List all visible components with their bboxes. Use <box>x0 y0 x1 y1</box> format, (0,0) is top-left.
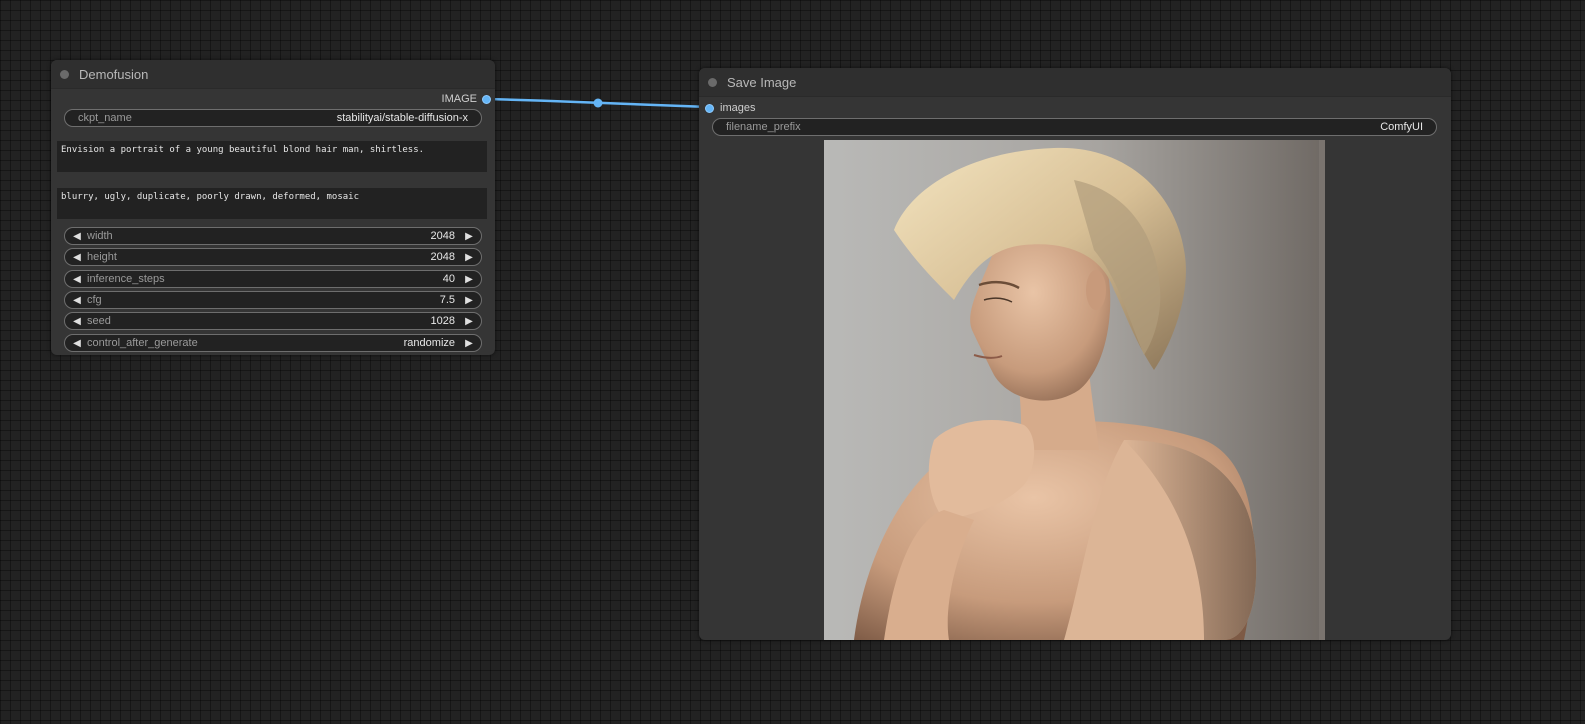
increment-arrow-icon[interactable]: ▶ <box>463 252 475 263</box>
combo-value: stabilityai/stable-diffusion-x <box>336 112 468 124</box>
inference-steps-widget[interactable]: ◀ inference_steps 40 ▶ <box>64 270 482 288</box>
node-title: Save Image <box>727 74 797 90</box>
output-label: IMAGE <box>441 93 477 105</box>
increment-arrow-icon[interactable]: ▶ <box>463 338 475 349</box>
control-after-generate-widget[interactable]: ◀ control_after_generate randomize ▶ <box>64 334 482 352</box>
output-image[interactable]: IMAGE <box>442 93 491 105</box>
widget-value: 2048 <box>430 251 455 263</box>
widget-value: 40 <box>442 273 455 285</box>
increment-arrow-icon[interactable]: ▶ <box>463 274 475 285</box>
graph-canvas[interactable]: Demofusion IMAGE ckpt_name stabilityai/s… <box>0 0 1585 724</box>
demofusion-node[interactable]: Demofusion IMAGE ckpt_name stabilityai/s… <box>51 60 495 355</box>
widget-value: randomize <box>403 337 455 349</box>
decrement-arrow-icon[interactable]: ◀ <box>71 274 83 285</box>
node-title-bar[interactable]: Save Image <box>699 68 1451 97</box>
widget-label: width <box>87 230 113 242</box>
output-slot-dot[interactable] <box>482 94 491 104</box>
decrement-arrow-icon[interactable]: ◀ <box>71 316 83 327</box>
input-images[interactable]: images <box>705 102 755 114</box>
widget-value: 1028 <box>430 315 455 327</box>
collapse-dot-icon[interactable] <box>60 69 69 79</box>
widget-label: seed <box>87 315 111 327</box>
widget-label: cfg <box>87 294 102 306</box>
input-slot-dot[interactable] <box>705 103 714 113</box>
widget-value: 7.5 <box>439 294 455 306</box>
decrement-arrow-icon[interactable]: ◀ <box>71 231 83 242</box>
decrement-arrow-icon[interactable]: ◀ <box>71 295 83 306</box>
decrement-arrow-icon[interactable]: ◀ <box>71 252 83 263</box>
node-title: Demofusion <box>79 66 149 82</box>
output-image-preview[interactable] <box>824 140 1325 640</box>
width-widget[interactable]: ◀ width 2048 ▶ <box>64 227 482 245</box>
node-title-bar[interactable]: Demofusion <box>51 60 495 89</box>
positive-prompt-textarea[interactable]: Envision a portrait of a young beautiful… <box>57 141 487 172</box>
seed-widget[interactable]: ◀ seed 1028 ▶ <box>64 312 482 330</box>
input-label: images <box>720 102 756 114</box>
increment-arrow-icon[interactable]: ▶ <box>463 231 475 242</box>
increment-arrow-icon[interactable]: ▶ <box>463 295 475 306</box>
negative-prompt-textarea[interactable]: blurry, ugly, duplicate, poorly drawn, d… <box>57 188 487 219</box>
combo-label: ckpt_name <box>78 112 132 124</box>
collapse-dot-icon[interactable] <box>708 77 717 87</box>
portrait-photo-image <box>824 140 1325 640</box>
widget-value: 2048 <box>430 230 455 242</box>
height-widget[interactable]: ◀ height 2048 ▶ <box>64 248 482 266</box>
ckpt-name-combo[interactable]: ckpt_name stabilityai/stable-diffusion-x <box>64 109 482 127</box>
widget-value: ComfyUI <box>1380 121 1423 133</box>
widget-label: filename_prefix <box>726 121 801 133</box>
increment-arrow-icon[interactable]: ▶ <box>463 316 475 327</box>
link-center-handle[interactable] <box>593 98 603 108</box>
decrement-arrow-icon[interactable]: ◀ <box>71 338 83 349</box>
save-image-node[interactable]: Save Image images filename_prefix ComfyU… <box>699 68 1451 640</box>
widget-label: height <box>87 251 117 263</box>
cfg-widget[interactable]: ◀ cfg 7.5 ▶ <box>64 291 482 309</box>
widget-label: control_after_generate <box>87 337 198 349</box>
filename-prefix-widget[interactable]: filename_prefix ComfyUI <box>712 118 1437 136</box>
widget-label: inference_steps <box>87 273 165 285</box>
